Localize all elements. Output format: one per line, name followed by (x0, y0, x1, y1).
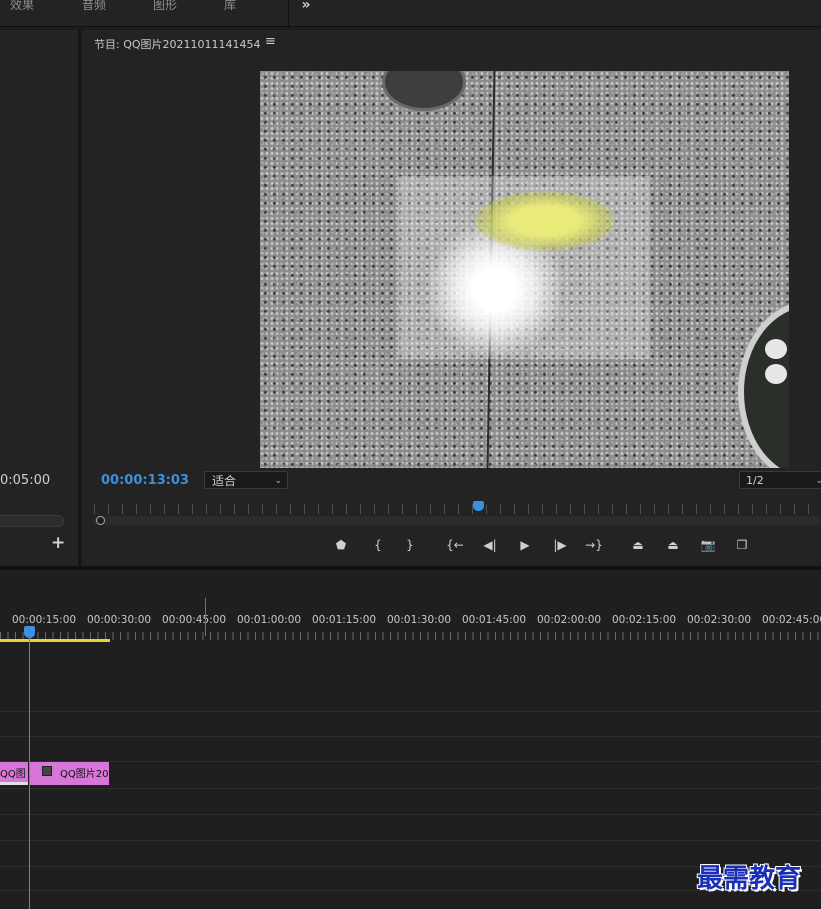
mini-time-ruler[interactable] (94, 504, 821, 514)
comparison-view-button[interactable]: ❐ (731, 534, 753, 556)
add-button[interactable]: + (51, 533, 65, 553)
ruler-label: 00:02:45:00 (762, 614, 821, 626)
play-button[interactable]: ▶ (514, 534, 536, 556)
track-divider (0, 788, 821, 789)
video-object-top (382, 71, 466, 111)
playback-resolution-select[interactable]: 1/2 ⌄ (739, 471, 821, 489)
ruler-label: 00:02:30:00 (687, 614, 752, 626)
track-divider (0, 840, 821, 841)
video-plate (738, 301, 789, 468)
go-to-in-button[interactable]: {← (444, 534, 466, 556)
video-yellow-blur (475, 191, 615, 251)
source-panel: 0:05:00 + (0, 30, 81, 566)
step-forward-button[interactable]: |▶ (549, 534, 571, 556)
chevron-down-icon: ⌄ (815, 476, 821, 486)
hamburger-menu-icon[interactable]: ≡ (265, 34, 276, 49)
track-divider (0, 761, 821, 762)
video-clip[interactable]: QQ图片20 (30, 762, 109, 785)
ruler-label: 00:01:45:00 (462, 614, 527, 626)
ruler-label: 00:00:15:00 (12, 614, 77, 626)
tab-effects[interactable]: 效果 (10, 0, 34, 13)
video-frame[interactable] (260, 71, 789, 468)
ruler-label: 00:01:15:00 (312, 614, 377, 626)
ruler-label: 00:02:15:00 (612, 614, 677, 626)
lift-button[interactable]: ⏏ (627, 534, 649, 556)
resolution-value: 1/2 (746, 474, 764, 487)
time-ruler-ticks (0, 632, 821, 640)
source-scrollbar[interactable] (0, 515, 64, 527)
chevron-down-icon: ⌄ (274, 476, 282, 486)
clip-label: QQ图片20 (60, 769, 109, 780)
mouse-cursor-line (205, 598, 206, 636)
clip-label: QQ图 (0, 769, 26, 780)
tab-audio[interactable]: 音频 (82, 0, 106, 13)
mini-playhead[interactable] (473, 501, 484, 511)
playhead-timecode[interactable]: 00:00:13:03 (101, 473, 189, 488)
ruler-label: 00:00:30:00 (87, 614, 152, 626)
panel-tab-bar: 效果 音频 图形 库 » (0, 0, 821, 27)
video-clip[interactable]: QQ图 (0, 762, 28, 785)
tab-libraries[interactable]: 库 (224, 0, 236, 13)
fx-badge-icon (42, 766, 52, 776)
zoom-level-value: 适合 (212, 474, 237, 488)
track-divider (0, 711, 821, 712)
mark-in-button[interactable]: { (367, 534, 389, 556)
timeline-playhead-line[interactable] (29, 636, 30, 909)
extract-button[interactable]: ⏏ (662, 534, 684, 556)
ruler-label: 00:01:30:00 (387, 614, 452, 626)
program-monitor-title[interactable]: 节目: QQ图片20211011141454 (94, 36, 261, 52)
timeline-playhead[interactable] (24, 626, 35, 638)
work-area-bar[interactable] (0, 639, 110, 642)
video-plate-dot (765, 364, 787, 384)
track-divider (0, 736, 821, 737)
ruler-label: 00:00:45:00 (162, 614, 227, 626)
ruler-label: 00:01:00:00 (237, 614, 302, 626)
mark-out-button[interactable]: } (399, 534, 421, 556)
zoom-scrollbar-handle[interactable] (96, 516, 105, 525)
source-timecode: 0:05:00 (0, 473, 51, 488)
export-frame-button[interactable]: 📷 (697, 534, 719, 556)
go-to-out-button[interactable]: →} (583, 534, 605, 556)
zoom-level-select[interactable]: 适合 ⌄ (204, 471, 288, 489)
watermark-logo: 最需教育 (697, 864, 802, 894)
video-plate-dot (765, 339, 787, 359)
ruler-label: 00:02:00:00 (537, 614, 602, 626)
add-marker-button[interactable]: ⬟ (330, 534, 352, 556)
more-panels-button[interactable]: » (288, 0, 323, 26)
track-divider (0, 814, 821, 815)
tab-graphics[interactable]: 图形 (153, 0, 177, 13)
zoom-scrollbar[interactable] (94, 516, 821, 525)
program-monitor: 节目: QQ图片20211011141454 ≡ 00:00:13:03 适合 … (82, 30, 821, 566)
step-back-button[interactable]: ◀| (479, 534, 501, 556)
